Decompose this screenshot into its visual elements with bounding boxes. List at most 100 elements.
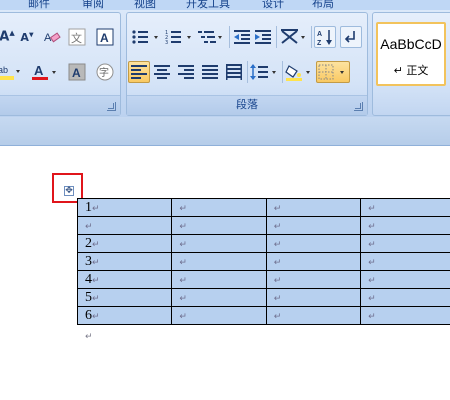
sort-icon: A Z — [317, 30, 332, 46]
table-cell[interactable]: ↵ — [171, 216, 267, 235]
style-normal[interactable]: AaBbCcD ↵ 正文 — [376, 22, 446, 86]
show-hide-marks-button[interactable] — [340, 26, 362, 48]
borders-icon — [318, 64, 344, 80]
table-cell[interactable]: ↵ — [360, 234, 450, 253]
paragraph-mark: ↵ — [368, 275, 376, 286]
align-right-icon — [178, 65, 194, 79]
tab-design[interactable]: 设计 — [262, 0, 284, 10]
bullets-button[interactable] — [130, 26, 162, 48]
paragraph-dialog-launcher-icon[interactable] — [354, 102, 363, 111]
table-cell[interactable]: 5↵ — [76, 288, 173, 307]
table-cell[interactable]: ↵ — [360, 306, 450, 325]
grow-font-button[interactable]: A▲ — [0, 26, 17, 48]
ribbon-tab-strip: 邮件 审阅 视图 开发工具 设计 布局 — [0, 0, 450, 10]
svg-text:A: A — [317, 31, 322, 38]
paragraph-mark: ↵ — [92, 311, 100, 322]
table-cell[interactable]: ↵ — [265, 270, 362, 289]
table-cell[interactable]: ↵ — [360, 270, 450, 289]
distributed-button[interactable] — [223, 61, 245, 83]
tab-layout[interactable]: 布局 — [312, 0, 334, 10]
paragraph-mark: ↵ — [85, 221, 93, 232]
paragraph-mark: ↵ — [368, 221, 376, 232]
justify-button[interactable] — [199, 61, 221, 83]
font-dialog-launcher-icon[interactable] — [107, 102, 116, 111]
table-cell[interactable]: ↵ — [76, 216, 173, 235]
table-cell[interactable]: ↵ — [265, 234, 362, 253]
increase-indent-icon — [255, 30, 271, 44]
line-spacing-button[interactable] — [249, 61, 279, 83]
align-right-button[interactable] — [175, 61, 197, 83]
table-cell[interactable]: 3↵ — [76, 252, 173, 271]
paragraph-mark: ↵ — [92, 293, 100, 304]
paragraph-separator — [282, 61, 283, 83]
table-cell[interactable]: ↵ — [171, 288, 267, 307]
increase-indent-button[interactable] — [253, 26, 273, 48]
paragraph-mark: ↵ — [368, 293, 376, 304]
borders-button[interactable] — [316, 61, 350, 83]
phonetic-guide-button[interactable]: 文 — [66, 26, 88, 48]
align-center-button[interactable] — [151, 61, 173, 83]
numbering-button[interactable]: 1 2 3 — [163, 26, 195, 48]
paragraph-mark: ↵ — [273, 275, 282, 286]
table-cell[interactable]: 1↵ — [76, 198, 173, 217]
table-cell[interactable]: ↵ — [360, 252, 450, 271]
decrease-indent-button[interactable] — [232, 26, 252, 48]
paragraph-group-label: 段落 — [236, 98, 258, 111]
shrink-font-button[interactable]: A▼ — [17, 26, 37, 48]
table-cell[interactable]: 2↵ — [76, 234, 173, 253]
paragraph-mark: ↵ — [368, 203, 376, 214]
table-cell[interactable]: ↵ — [265, 252, 362, 271]
paragraph-group-footer: 段落 — [127, 95, 367, 115]
paragraph-mark: ↵ — [368, 311, 376, 322]
table-cell[interactable]: ↵ — [265, 198, 362, 217]
table-row: 3↵ ↵ ↵ ↵ — [76, 252, 450, 271]
table-cell[interactable]: 6↵ — [76, 306, 173, 325]
numbering-icon: 1 2 3 — [165, 30, 191, 45]
highlight-button[interactable]: ab — [0, 61, 22, 83]
enclose-characters-button[interactable]: 字 — [94, 61, 116, 83]
table-cell[interactable]: ↵ — [171, 270, 267, 289]
tab-mailings[interactable]: 邮件 — [28, 0, 50, 10]
align-left-icon — [131, 65, 147, 79]
character-shading-button[interactable]: A — [66, 61, 88, 83]
document-table[interactable]: 1↵ ↵ ↵ ↵ ↵ ↵ ↵ ↵ 2↵ ↵ ↵ ↵ 3↵ ↵ ↵ ↵ 4↵ ↵ ↵ ↵ 5↵ ↵ ↵ ↵ 6↵ ↵ ↵ ↵ — [76, 198, 450, 325]
phonetic-guide-icon: 文 — [68, 28, 86, 46]
align-center-icon — [154, 65, 170, 79]
table-row: 1↵ ↵ ↵ ↵ — [76, 198, 450, 217]
paragraph-mark: ↵ — [368, 239, 376, 250]
chinese-layout-button[interactable] — [279, 26, 309, 48]
table-cell[interactable]: ↵ — [360, 216, 450, 235]
font-color-button[interactable]: A — [29, 61, 59, 83]
table-move-handle-icon[interactable]: ✥ — [64, 186, 74, 196]
table-cell[interactable]: ↵ — [171, 234, 267, 253]
tab-view[interactable]: 视图 — [134, 0, 156, 10]
multilevel-list-button[interactable] — [196, 26, 226, 48]
table-cell[interactable]: ↵ — [171, 198, 267, 217]
style-sample-text: AaBbCcD — [380, 36, 442, 52]
table-cell[interactable]: ↵ — [171, 252, 267, 271]
table-row: 5↵ ↵ ↵ ↵ — [76, 288, 450, 307]
table-cell[interactable]: ↵ — [171, 306, 267, 325]
tab-developer[interactable]: 开发工具 — [186, 0, 230, 10]
sort-button[interactable]: A Z — [314, 26, 336, 48]
highlighter-icon: ab — [0, 65, 20, 80]
line-spacing-icon — [250, 64, 276, 80]
decrease-indent-icon — [234, 30, 250, 44]
svg-text:Z: Z — [317, 40, 322, 46]
table-cell[interactable]: ↵ — [265, 306, 362, 325]
align-left-button[interactable] — [128, 61, 150, 83]
table-cell[interactable]: ↵ — [265, 216, 362, 235]
table-cell[interactable]: ↵ — [265, 288, 362, 307]
shading-button[interactable] — [284, 61, 314, 83]
table-cell[interactable]: 4↵ — [76, 270, 173, 289]
clear-formatting-button[interactable]: A — [41, 26, 63, 48]
font-color-icon: A — [32, 63, 56, 80]
table-row: 6↵ ↵ ↵ ↵ — [76, 306, 450, 325]
character-border-button[interactable]: A — [94, 26, 116, 48]
table-cell[interactable]: ↵ — [360, 288, 450, 307]
tab-review[interactable]: 审阅 — [82, 0, 104, 10]
paragraph-mark: ↵ — [179, 257, 187, 268]
table-row: ↵ ↵ ↵ ↵ — [76, 216, 450, 235]
table-cell[interactable]: ↵ — [360, 198, 450, 217]
grow-font-icon: A▲ — [0, 29, 15, 45]
